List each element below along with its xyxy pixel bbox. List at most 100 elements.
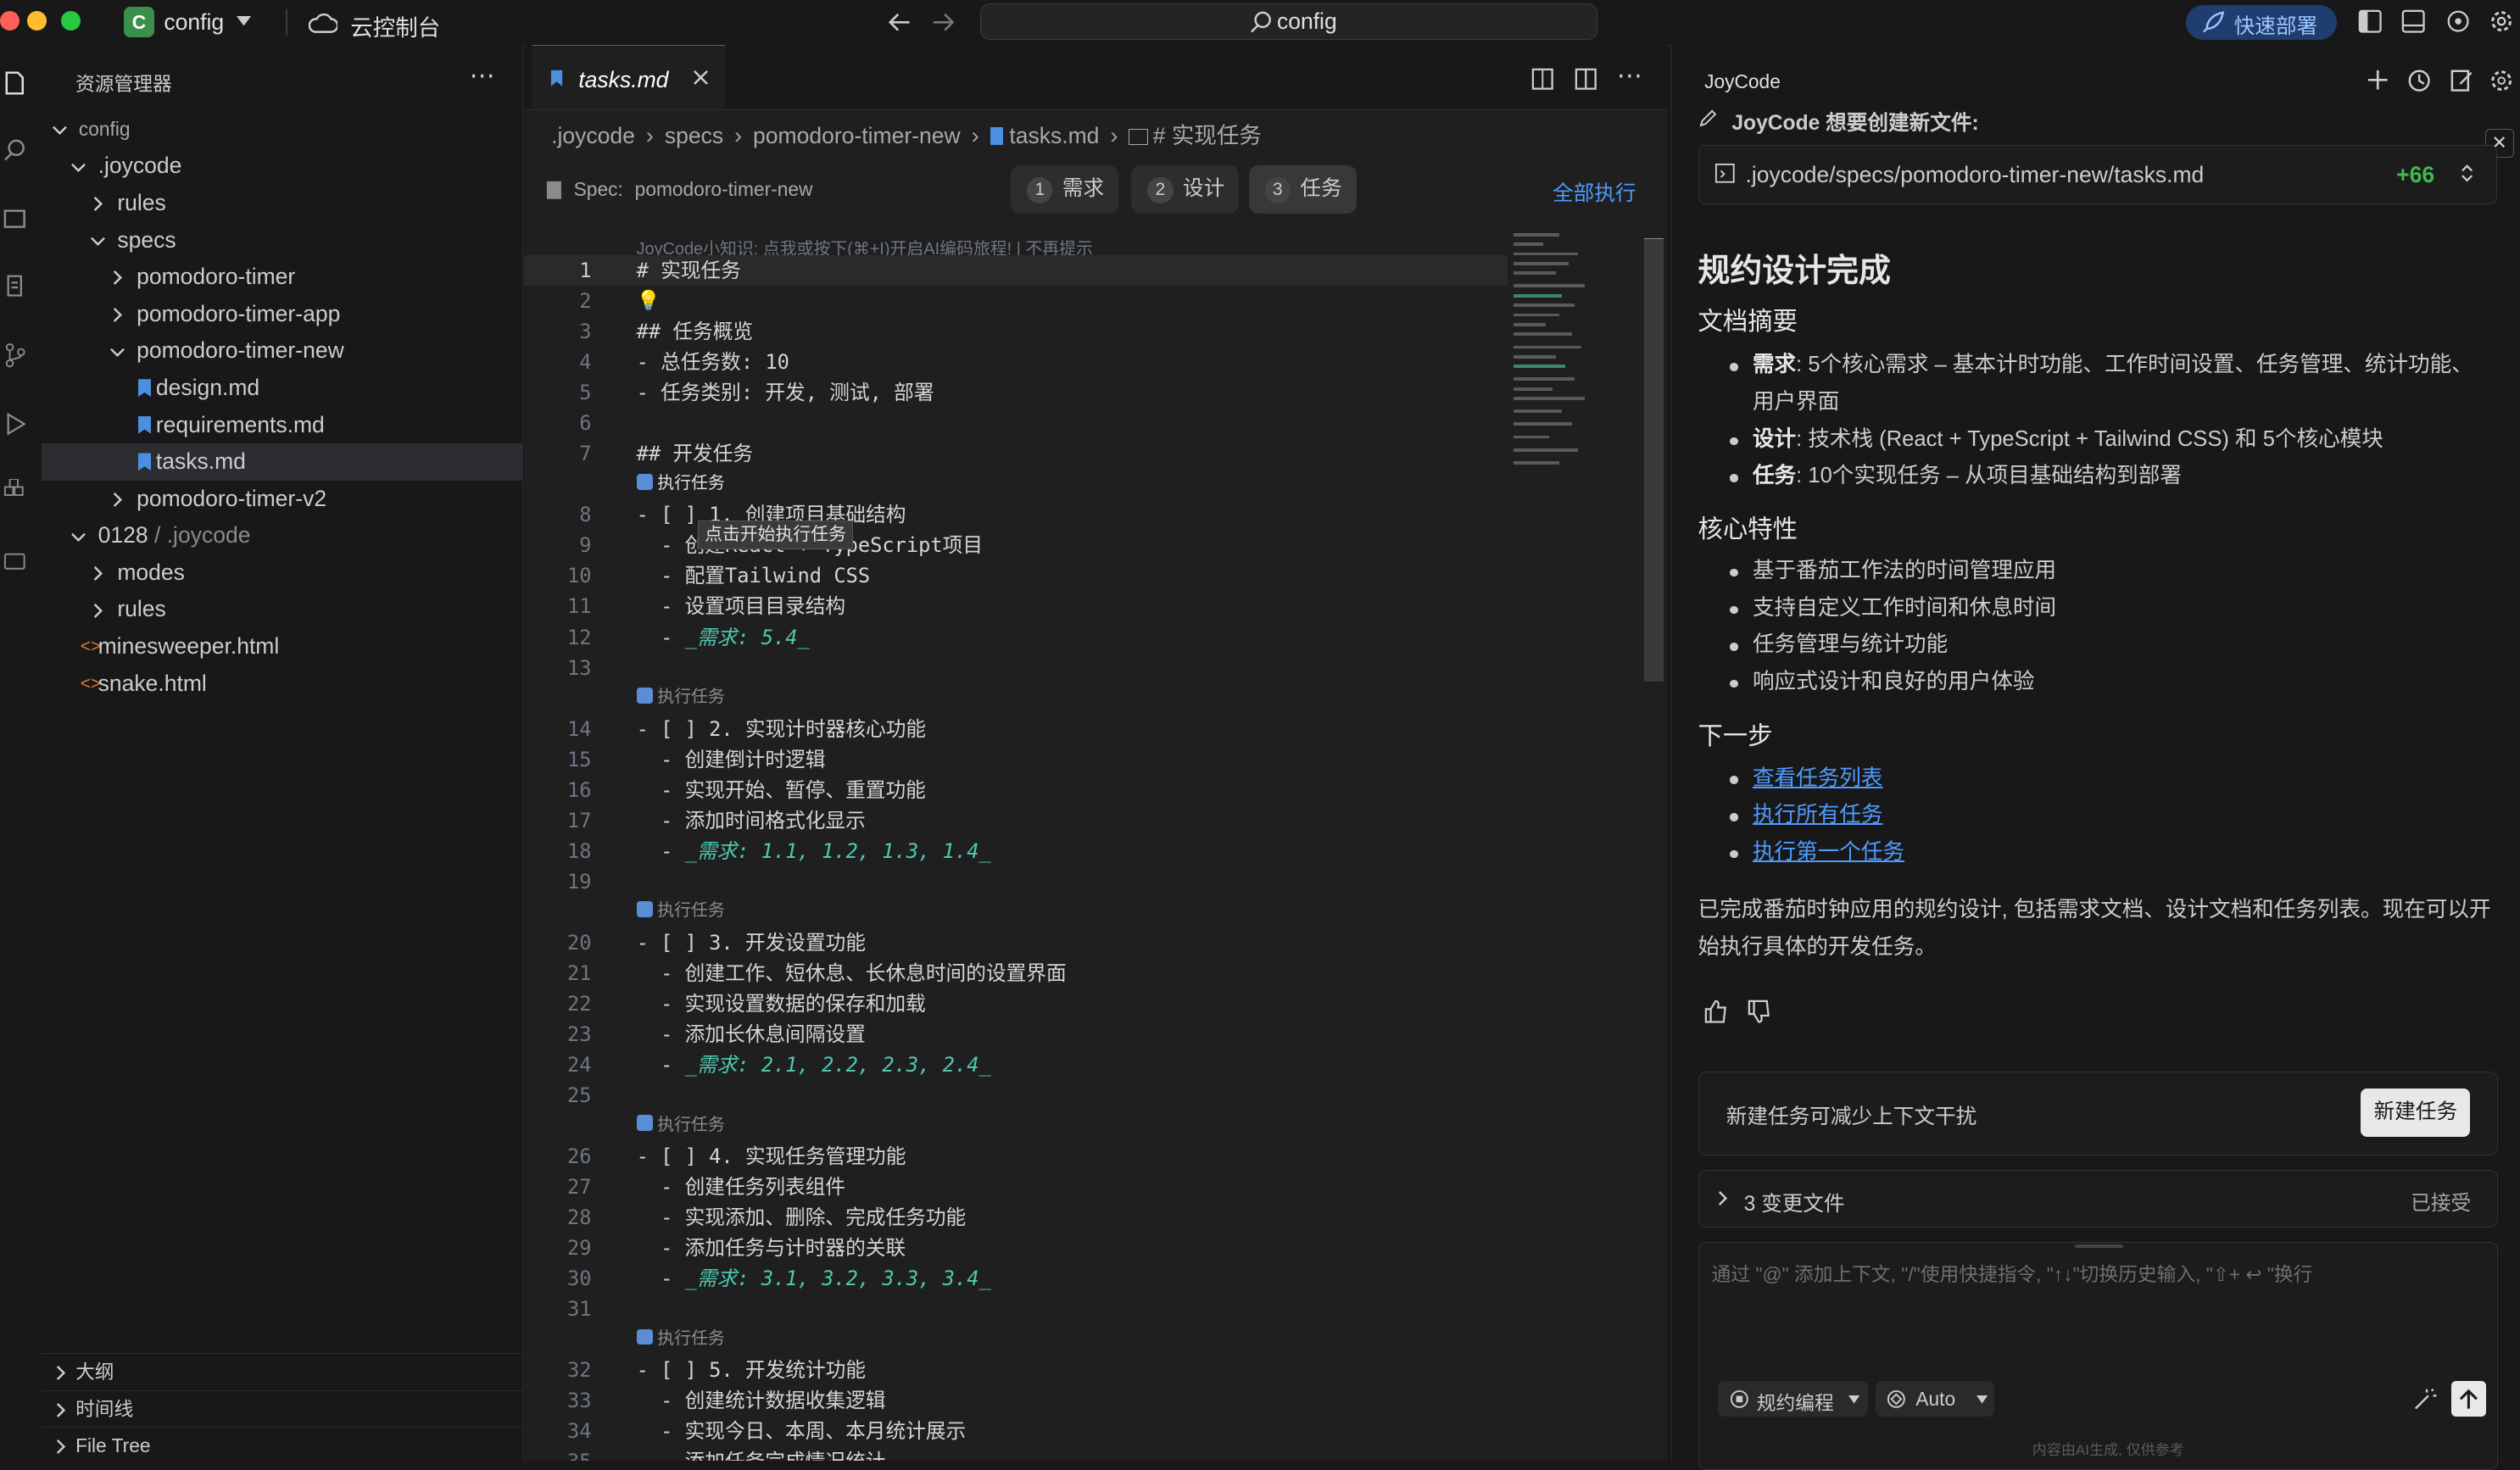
explorer-icon[interactable] xyxy=(3,68,26,97)
thumbs-down-icon[interactable] xyxy=(1748,999,1771,1023)
tree-item[interactable]: specs xyxy=(42,222,522,259)
file-tree-section[interactable]: File Tree xyxy=(42,1427,522,1465)
tree-item[interactable]: pomodoro-timer xyxy=(42,259,522,296)
tree-item[interactable]: 0128 / .joycode xyxy=(42,517,522,554)
project-badge[interactable]: C xyxy=(123,6,154,37)
summary-item: 设计: 技术栈 (React + TypeScript + Tailwind C… xyxy=(1730,421,2492,459)
joycode-chat-panel: JoyCode JoyCode 想要创建新文件: .joycode/specs/… xyxy=(1671,45,2520,1470)
search-icon[interactable] xyxy=(3,138,26,164)
toggle-panel-icon[interactable] xyxy=(2401,9,2425,34)
close-window-button[interactable] xyxy=(0,11,20,31)
gear-icon[interactable] xyxy=(2488,8,2515,35)
breadcrumb-item[interactable]: # 实现任务 xyxy=(1153,123,1262,148)
tree-item[interactable]: pomodoro-timer-new xyxy=(42,332,522,370)
quick-deploy-button[interactable]: 快速部署 xyxy=(2185,4,2337,41)
tab-tasks-md[interactable]: tasks.md xyxy=(532,45,725,109)
breadcrumb-item[interactable]: pomodoro-timer-new xyxy=(753,123,961,148)
more-actions-icon[interactable]: ⋯ xyxy=(1617,61,1642,91)
send-button[interactable] xyxy=(2450,1381,2487,1417)
toggle-sidebar-icon[interactable] xyxy=(2358,9,2382,34)
history-icon[interactable] xyxy=(2406,68,2432,93)
source-control-icon[interactable] xyxy=(3,342,26,368)
tree-item[interactable]: design.md xyxy=(42,370,522,407)
line-text: - 实现设置数据的保存和加载 xyxy=(636,991,926,1016)
tree-item[interactable]: <> snake.html xyxy=(42,665,522,703)
split-editor-icon[interactable] xyxy=(1575,68,1597,91)
extensions-icon[interactable] xyxy=(3,206,26,231)
back-arrow-icon[interactable] xyxy=(887,11,911,34)
view-task-list-link[interactable]: 查看任务列表 xyxy=(1753,766,1882,790)
edit-icon[interactable] xyxy=(2450,68,2474,93)
chevron-right-icon xyxy=(113,270,122,286)
file-path: .joycode/specs/pomodoro-timer-new/tasks.… xyxy=(1745,161,2205,187)
code-line: 18 - _需求: 1.1, 1.2, 1.3, 1.4_ xyxy=(524,836,1488,866)
run-task-codelens[interactable]: 执行任务 xyxy=(636,472,725,495)
resize-handle[interactable] xyxy=(2075,1244,2123,1248)
breadcrumb-item[interactable]: specs xyxy=(665,123,723,148)
breadcrumb-item[interactable]: tasks.md xyxy=(1009,123,1099,148)
model-selector[interactable]: Auto xyxy=(1876,1381,1995,1417)
close-icon[interactable] xyxy=(693,70,709,86)
tree-item[interactable]: pomodoro-timer-v2 xyxy=(42,481,522,518)
new-task-button[interactable]: 新建任务 xyxy=(2361,1089,2471,1138)
outline-section[interactable]: 大纲 xyxy=(42,1352,522,1391)
run-debug-icon[interactable] xyxy=(3,411,26,437)
minimap[interactable] xyxy=(1511,230,1633,503)
tree-item[interactable]: rules xyxy=(42,185,522,222)
tree-item[interactable]: rules xyxy=(42,591,522,628)
timeline-section[interactable]: 时间线 xyxy=(42,1389,522,1428)
run-task-codelens[interactable]: 执行任务 xyxy=(636,1114,725,1137)
joycode-agent-icon[interactable] xyxy=(2445,8,2472,35)
diff-count: +66 xyxy=(2396,161,2435,187)
run-task-codelens[interactable]: 执行任务 xyxy=(636,686,725,709)
tree-item[interactable]: requirements.md xyxy=(42,407,522,444)
line-number: 16 xyxy=(566,777,592,802)
more-actions-icon[interactable]: ⋯ xyxy=(469,61,496,91)
line-text: - 任务类别: 开发, 测试, 部署 xyxy=(636,381,934,405)
line-number: 11 xyxy=(566,594,592,619)
cloud-console-link[interactable]: 云控制台 xyxy=(350,9,440,42)
changed-files-label: 3 变更文件 xyxy=(1743,1192,1845,1216)
open-preview-icon[interactable] xyxy=(1531,68,1554,91)
run-all-button[interactable]: 全部执行 xyxy=(1553,176,1636,207)
tree-item[interactable]: pomodoro-timer-app xyxy=(42,296,522,333)
plus-icon[interactable] xyxy=(2367,69,2389,92)
run-all-tasks-link[interactable]: 执行所有任务 xyxy=(1753,803,1882,827)
breadcrumb-item[interactable]: .joycode xyxy=(551,123,635,148)
tree-item[interactable]: modes xyxy=(42,554,522,592)
vertical-scrollbar[interactable] xyxy=(1643,239,1664,682)
code-editor[interactable]: JoyCode小知识: 点我或按下(⌘+I)开启AI编码旅程! | 不再提示 1… xyxy=(523,230,1669,1461)
chevron-down-icon xyxy=(71,532,86,542)
remote-icon[interactable] xyxy=(3,549,26,575)
expand-icon[interactable] xyxy=(2461,163,2473,184)
document-icon[interactable] xyxy=(3,273,26,298)
lightbulb-icon[interactable]: 💡 xyxy=(637,286,661,316)
gear-icon[interactable] xyxy=(2489,68,2514,93)
maximize-window-button[interactable] xyxy=(61,11,81,31)
next-steps-heading: 下一步 xyxy=(1698,722,1773,751)
minimize-window-button[interactable] xyxy=(27,11,47,31)
magic-wand-icon[interactable] xyxy=(2412,1386,2438,1412)
chat-input-placeholder[interactable]: 通过 "@" 添加上下文, "/"使用快捷指令, "↑↓"切换历史输入, "⇧+… xyxy=(1712,1259,2484,1287)
mode-selector[interactable]: 规约编程 xyxy=(1718,1381,1868,1417)
run-task-codelens[interactable]: 执行任务 xyxy=(636,1328,725,1350)
step-tasks-button[interactable]: 3 任务 xyxy=(1248,165,1357,214)
forward-arrow-icon[interactable] xyxy=(932,11,956,34)
command-center[interactable]: config xyxy=(980,3,1598,41)
step-requirements-button[interactable]: 1 需求 xyxy=(1011,165,1119,214)
project-name[interactable]: config xyxy=(164,9,224,36)
line-number: 31 xyxy=(566,1296,592,1321)
chat-input-box[interactable]: 通过 "@" 添加上下文, "/"使用快捷指令, "↑↓"切换历史输入, "⇧+… xyxy=(1698,1242,2499,1470)
changed-files-section[interactable]: 3 变更文件 已接受 xyxy=(1698,1169,2499,1228)
file-change-card[interactable]: .joycode/specs/pomodoro-timer-new/tasks.… xyxy=(1698,144,2497,204)
plugin-icon[interactable] xyxy=(3,478,26,504)
tree-item[interactable]: <> minesweeper.html xyxy=(42,628,522,665)
chevron-down-icon[interactable] xyxy=(236,15,251,26)
thumbs-up-icon[interactable] xyxy=(1704,999,1728,1023)
run-task-codelens[interactable]: 执行任务 xyxy=(636,899,725,922)
tree-item[interactable]: tasks.md xyxy=(42,443,522,481)
step-design-button[interactable]: 2 设计 xyxy=(1131,165,1240,214)
tree-item[interactable]: config xyxy=(42,111,522,148)
tree-item[interactable]: .joycode xyxy=(42,148,522,185)
run-first-task-link[interactable]: 执行第一个任务 xyxy=(1753,840,1904,864)
